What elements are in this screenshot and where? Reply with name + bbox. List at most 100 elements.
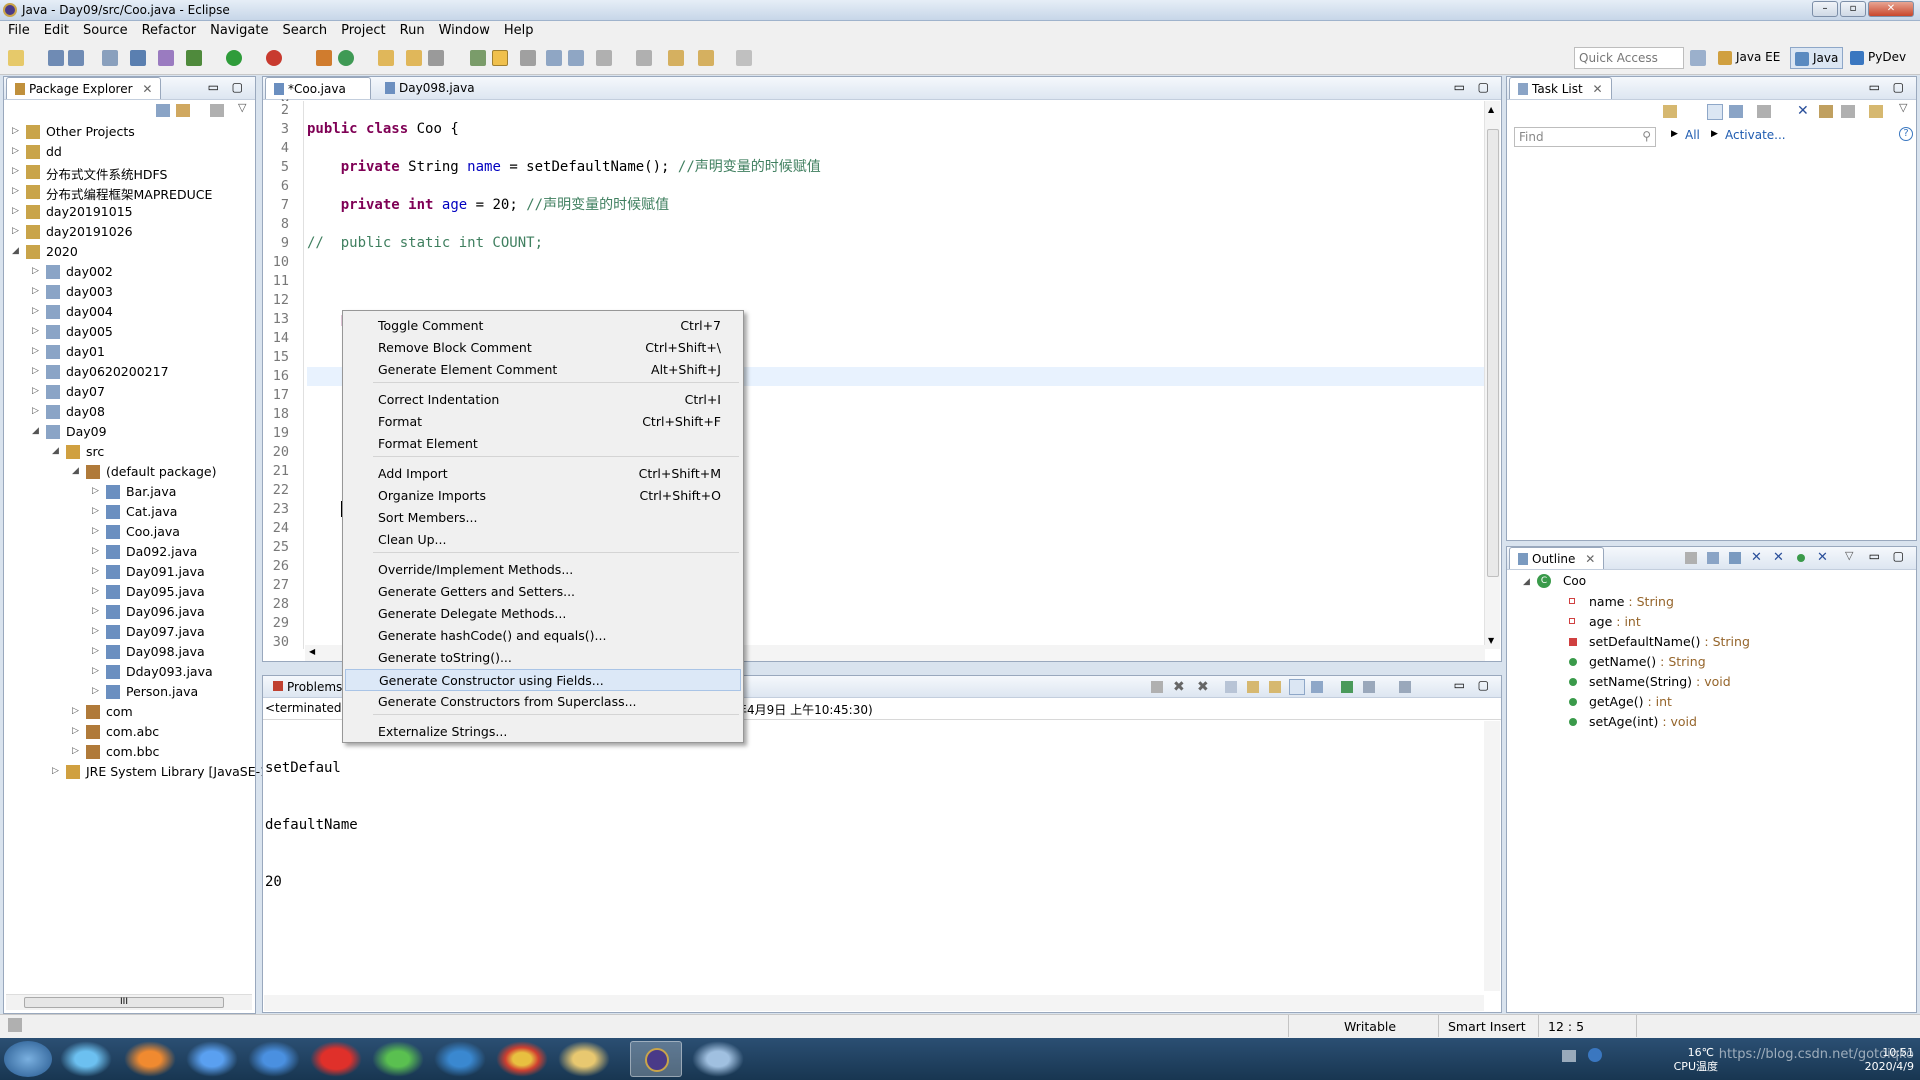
- collapse-all-icon[interactable]: [156, 104, 170, 117]
- open-perspective-icon[interactable]: [1690, 50, 1706, 66]
- tree-item[interactable]: ▷ day005: [4, 322, 255, 342]
- display-console-icon[interactable]: [1341, 681, 1353, 693]
- tab-task-list[interactable]: Task List ✕: [1509, 77, 1612, 99]
- collapsed-arrow-icon[interactable]: ▷: [92, 506, 99, 516]
- public-filter-icon[interactable]: [1797, 554, 1805, 562]
- menu-file[interactable]: File: [0, 21, 36, 38]
- baidu-netdisk-icon[interactable]: [186, 1041, 238, 1077]
- tree-item[interactable]: ▷ dd: [4, 142, 255, 162]
- context-menu-item[interactable]: Generate Element Comment Alt+Shift+J: [345, 359, 741, 381]
- tab-problems[interactable]: Problems: [265, 676, 350, 698]
- menu-source[interactable]: Source: [75, 21, 134, 38]
- hide-nonpublic-icon[interactable]: ✕: [1773, 550, 1784, 565]
- tree-item[interactable]: ▷ Day095.java: [4, 582, 255, 602]
- menu-search[interactable]: Search: [274, 21, 333, 38]
- collapsed-arrow-icon[interactable]: ▷: [52, 766, 59, 776]
- context-menu-item[interactable]: Toggle Comment Ctrl+7: [345, 315, 741, 337]
- scroll-down-arrow[interactable]: ▼: [1488, 636, 1494, 645]
- find-input[interactable]: Find ⚲: [1514, 127, 1656, 147]
- filter-icon[interactable]: [210, 104, 224, 117]
- context-menu-item[interactable]: Generate Delegate Methods...: [345, 603, 741, 625]
- expanded-arrow-icon[interactable]: ◢: [52, 446, 59, 456]
- open-console-icon[interactable]: [1399, 681, 1411, 693]
- tab-day098-java[interactable]: Day098.java: [377, 77, 483, 99]
- perspective-java-ee[interactable]: Java EE: [1714, 47, 1784, 69]
- eclipse-taskbar-icon[interactable]: [630, 1041, 682, 1077]
- context-menu-item[interactable]: Clean Up...: [345, 529, 741, 551]
- tree-item[interactable]: ◢ Day09: [4, 422, 255, 442]
- tree-item[interactable]: ▷ day004: [4, 302, 255, 322]
- minimize-button[interactable]: –: [1812, 1, 1838, 17]
- menu-project[interactable]: Project: [333, 21, 391, 38]
- link-with-editor-icon[interactable]: [176, 104, 190, 117]
- collapsed-arrow-icon[interactable]: ▷: [92, 646, 99, 656]
- collapsed-arrow-icon[interactable]: ▷: [72, 746, 79, 756]
- toggle-mark-icon[interactable]: [470, 50, 486, 66]
- outline-member[interactable]: setDefaultName() : String: [1569, 634, 1750, 649]
- menu-run[interactable]: Run: [392, 21, 431, 38]
- close-icon[interactable]: ✕: [1585, 552, 1595, 566]
- collapse-arrow-icon[interactable]: ◢: [1523, 577, 1530, 587]
- context-menu-item[interactable]: Correct Indentation Ctrl+I: [345, 389, 741, 411]
- ie-browser-icon[interactable]: [434, 1041, 486, 1077]
- scroll-up-arrow[interactable]: ▲: [1488, 105, 1494, 114]
- console-output[interactable]: setDefaul defaultName 20: [265, 721, 358, 930]
- collapsed-arrow-icon[interactable]: ▷: [92, 626, 99, 636]
- show-whitespace-icon[interactable]: [546, 50, 562, 66]
- forward-icon[interactable]: [736, 50, 752, 66]
- tree-item[interactable]: ▷ com.bbc: [4, 742, 255, 762]
- search-icon[interactable]: [428, 50, 444, 66]
- collapsed-arrow-icon[interactable]: ▷: [72, 726, 79, 736]
- collapsed-arrow-icon[interactable]: ▷: [32, 366, 39, 376]
- collapsed-arrow-icon[interactable]: ▷: [72, 706, 79, 716]
- tree-item[interactable]: ▷ Person.java: [4, 682, 255, 702]
- notepad-icon[interactable]: [692, 1041, 744, 1077]
- tree-item[interactable]: ▷ day002: [4, 262, 255, 282]
- close-button[interactable]: ✕: [1868, 1, 1914, 17]
- tree-item[interactable]: ▷ JRE System Library [JavaSE-1: [4, 762, 268, 782]
- cloud-icon[interactable]: [248, 1041, 300, 1077]
- sort-icon[interactable]: [1707, 552, 1719, 564]
- collapsed-arrow-icon[interactable]: ▷: [92, 686, 99, 696]
- terminate-icon[interactable]: [1151, 681, 1163, 693]
- tree-item[interactable]: ▷ Other Projects: [4, 122, 255, 142]
- clock-date[interactable]: 2020/4/9: [1865, 1060, 1914, 1074]
- keyboard-icon[interactable]: [1562, 1050, 1576, 1062]
- collapsed-arrow-icon[interactable]: ▷: [92, 526, 99, 536]
- collapse-all-icon[interactable]: [1841, 105, 1855, 118]
- context-menu-item[interactable]: Externalize Strings...: [345, 721, 741, 743]
- pin-console-icon[interactable]: [1311, 681, 1323, 693]
- menu-help[interactable]: Help: [496, 21, 540, 38]
- tree-horizontal-scrollbar[interactable]: III: [6, 994, 252, 1010]
- outline-member[interactable]: setName(String) : void: [1569, 674, 1731, 689]
- tree-item[interactable]: ◢ 2020: [4, 242, 255, 262]
- context-menu-item[interactable]: Sort Members...: [345, 507, 741, 529]
- collapsed-arrow-icon[interactable]: ▷: [12, 166, 19, 176]
- menu-navigate[interactable]: Navigate: [202, 21, 274, 38]
- maximize-view-icon[interactable]: ▢: [1893, 549, 1904, 563]
- tree-item[interactable]: ▷ day01: [4, 342, 255, 362]
- collapsed-arrow-icon[interactable]: ▷: [12, 146, 19, 156]
- scheduled-icon[interactable]: [1729, 105, 1743, 118]
- prev-annotation-icon[interactable]: [636, 50, 652, 66]
- hide-completed-icon[interactable]: ✕: [1797, 103, 1809, 119]
- collapsed-arrow-icon[interactable]: ▷: [12, 226, 19, 236]
- expanded-arrow-icon[interactable]: ◢: [72, 466, 79, 476]
- back-icon[interactable]: [698, 50, 714, 66]
- collapsed-arrow-icon[interactable]: ▷: [92, 606, 99, 616]
- outline-member[interactable]: getName() : String: [1569, 654, 1706, 669]
- tab-package-explorer[interactable]: Package Explorer ✕: [6, 77, 162, 99]
- view-menu-icon[interactable]: ▽: [1899, 101, 1907, 114]
- collapsed-arrow-icon[interactable]: ▷: [32, 306, 39, 316]
- tree-item[interactable]: ▷ Day096.java: [4, 602, 255, 622]
- collapsed-arrow-icon[interactable]: ▷: [12, 126, 19, 136]
- print-icon[interactable]: [102, 50, 118, 66]
- run-icon[interactable]: [226, 50, 242, 66]
- close-icon[interactable]: ✕: [142, 82, 152, 96]
- tree-item[interactable]: ▷ Day097.java: [4, 622, 255, 642]
- collapsed-arrow-icon[interactable]: ▷: [32, 266, 39, 276]
- file-explorer-icon[interactable]: [558, 1041, 610, 1077]
- collapsed-arrow-icon[interactable]: ▷: [32, 326, 39, 336]
- hide-fields-icon[interactable]: [1729, 552, 1741, 564]
- new-task-icon[interactable]: [1663, 105, 1677, 118]
